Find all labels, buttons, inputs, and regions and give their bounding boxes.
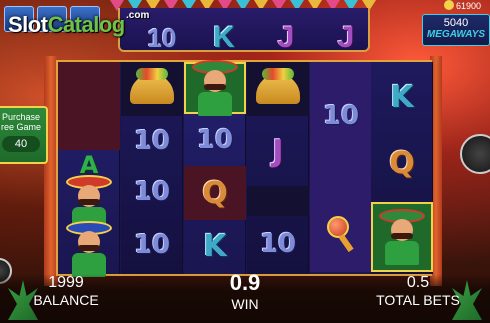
reel-4: J 10: [247, 62, 309, 274]
reel-5: 10: [310, 62, 372, 274]
site-logo: SlotCatalog .com: [2, 4, 152, 40]
balance-display: 1999 BALANCE: [33, 274, 99, 308]
win-display: 0.9 WIN: [229, 270, 261, 312]
symbol-maraca: [310, 204, 372, 260]
symbol-q: Q: [184, 166, 246, 220]
spin-button[interactable]: [460, 134, 490, 174]
symbol-taco: [121, 62, 183, 116]
reel-2: 10 10 10: [121, 62, 183, 274]
purchase-free-game-button[interactable]: Purchase ree Game 40: [0, 106, 48, 164]
symbol-mariachi: [58, 175, 120, 231]
symbol-k: K: [203, 228, 227, 264]
reel-3: 10 Q K: [184, 60, 246, 274]
bottom-bar: 1999 BALANCE 0.9 WIN 0.5 TOTAL BETS: [0, 270, 490, 323]
logo-domain-suffix: .com: [126, 10, 150, 21]
symbol-taco: [247, 62, 309, 116]
logo-wordmark: SlotCatalog: [8, 12, 125, 37]
top-symbol-k: K: [213, 21, 235, 54]
purchase-price: 40: [2, 136, 40, 152]
total-bets-display[interactable]: 0.5 TOTAL BETS: [370, 274, 466, 308]
top-reel-row: 10 K J J: [118, 8, 370, 54]
reel-6: K Q: [371, 62, 433, 274]
top-symbol-j-2: J: [337, 21, 355, 54]
symbol-mariachi-wild: [184, 60, 246, 116]
symbol-10: 10: [133, 230, 171, 260]
symbol-10: 10: [310, 62, 372, 170]
symbol-10: 10: [196, 125, 234, 155]
game-scene: 10 K J J SlotCatalog .com 61900 5040 MEG…: [0, 0, 490, 323]
symbol-j: J: [272, 133, 284, 169]
coin-icon: [444, 0, 454, 10]
symbol-10: 10: [133, 177, 171, 207]
symbol-k: K: [390, 79, 414, 115]
symbol-10: 10: [259, 229, 297, 259]
megaways-counter: 5040 MEGAWAYS: [422, 14, 490, 46]
top-symbol-j: J: [277, 21, 295, 54]
jackpot-display: 61900: [444, 0, 481, 11]
reel-1: A: [58, 62, 120, 277]
symbol-mariachi-wild: [371, 202, 433, 272]
symbol-10: 10: [133, 126, 171, 156]
symbol-mariachi: [58, 221, 120, 277]
reel-grid: A 10 10 10 10 Q K J 10 10 K Q: [56, 60, 433, 277]
symbol-q: Q: [389, 145, 415, 181]
